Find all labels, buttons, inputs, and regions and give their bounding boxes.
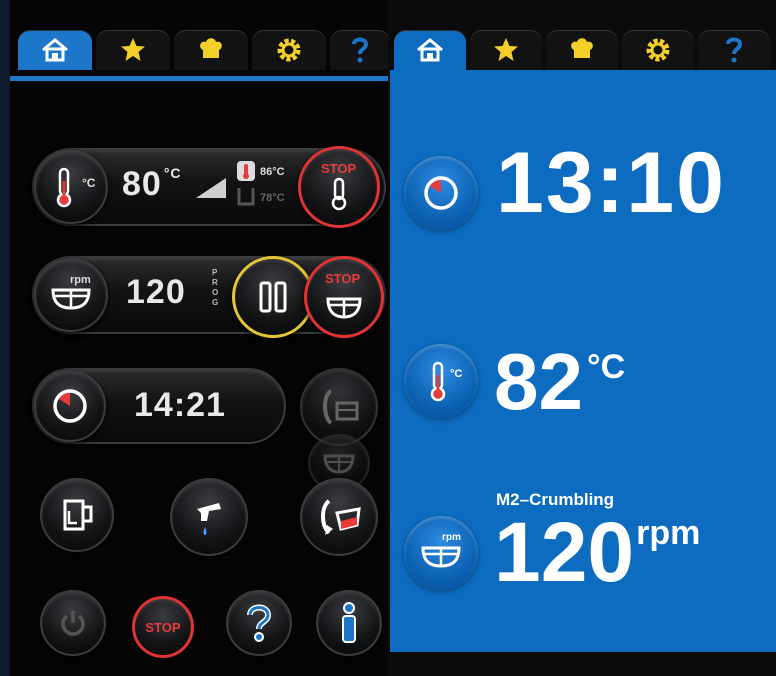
temperature-stop-button[interactable]: STOP [298, 146, 380, 228]
tab-settings[interactable] [252, 30, 326, 70]
clock-icon [424, 176, 458, 210]
temperature-stop-label: STOP [321, 161, 357, 176]
chef-hat-icon [571, 38, 593, 58]
gear-icon [277, 38, 301, 62]
home-icon [417, 38, 443, 62]
speed-display: 120rpm [494, 505, 701, 599]
tab-settings[interactable] [622, 30, 694, 70]
pause-icon [259, 281, 287, 313]
power-icon [61, 611, 85, 636]
pour-button[interactable] [300, 478, 378, 556]
temperature-display-unit: °C [586, 348, 626, 386]
question-icon [352, 37, 369, 63]
tilt-bowl-icon [323, 389, 359, 425]
info-icon [342, 602, 356, 643]
emergency-stop-label: STOP [145, 619, 181, 635]
timer-value: 14:21 [134, 386, 226, 424]
heat-level-icon [196, 178, 226, 198]
speed-stop-button[interactable]: STOP [304, 256, 384, 338]
tab-favorites[interactable] [470, 30, 542, 70]
bottom-bar [390, 652, 776, 676]
star-icon [494, 38, 518, 61]
lid-temperature: 78°C [260, 192, 285, 204]
lid-temperature-icon [237, 188, 255, 206]
tab-help[interactable] [330, 30, 388, 70]
pour-bowl-icon [321, 499, 361, 535]
info-button[interactable] [316, 590, 382, 656]
stop-heating-icon [331, 177, 347, 211]
speed-value: 120 [126, 273, 186, 311]
chef-hat-icon [200, 38, 222, 58]
tab-home[interactable] [394, 30, 466, 70]
temperature-icon-unit: °C [82, 176, 96, 190]
tab-recipes[interactable] [174, 30, 248, 70]
bowl-temperature: 86°C [260, 166, 285, 178]
stop-mixing-icon [326, 297, 362, 319]
home-icon [42, 38, 68, 62]
speed-display-unit: rpm [636, 514, 701, 552]
timer-status-button[interactable] [404, 156, 478, 230]
temperature-icon-unit: °C [450, 368, 463, 380]
bowl-thermometer-icon [237, 161, 255, 181]
speed-icon-unit: rpm [442, 532, 461, 543]
speed-status-button[interactable]: rpm [404, 516, 478, 590]
timer-button[interactable] [34, 370, 106, 442]
measuring-jug-button[interactable] [40, 478, 114, 552]
tab-favorites[interactable] [96, 30, 170, 70]
speed-stop-label: STOP [325, 271, 361, 286]
water-tap-button[interactable] [170, 478, 248, 556]
temperature-display: 82 °C [494, 337, 626, 426]
tab-home[interactable] [18, 30, 92, 70]
emergency-stop-button[interactable]: STOP [132, 596, 194, 658]
clock-icon [53, 389, 87, 423]
measuring-jug-icon [63, 499, 93, 531]
speed-button[interactable]: rpm [34, 258, 108, 332]
bowl-icon [323, 454, 355, 474]
star-icon [121, 38, 145, 61]
temperature-unit: °C [163, 165, 182, 181]
gear-icon [646, 38, 670, 62]
water-tap-icon [197, 503, 221, 535]
question-icon [726, 37, 743, 63]
timer-display: 13:10 [496, 135, 726, 231]
temperature-value: 80 °C [122, 165, 182, 203]
pause-button[interactable] [232, 256, 314, 338]
prog-label: PROG [212, 268, 219, 307]
tab-bar [390, 30, 776, 76]
speed-icon-unit: rpm [70, 274, 91, 286]
control-panel: °C 80 °C 86°C 78°C STOP rpm 120 PROG STOP… [0, 0, 388, 676]
temperature-status-button[interactable]: °C [404, 344, 478, 418]
help-button[interactable] [226, 590, 292, 656]
tab-recipes[interactable] [546, 30, 618, 70]
thermometer-icon [430, 361, 446, 402]
tab-help[interactable] [698, 30, 770, 70]
temperature-button[interactable]: °C [34, 150, 108, 224]
power-button[interactable] [40, 590, 106, 656]
top-bar [390, 0, 776, 30]
status-panel: 13:10 °C 82 °C M2–Crumbling rpm 120rpm [390, 0, 776, 676]
question-mark-icon [247, 604, 272, 642]
tab-bar [10, 30, 388, 81]
